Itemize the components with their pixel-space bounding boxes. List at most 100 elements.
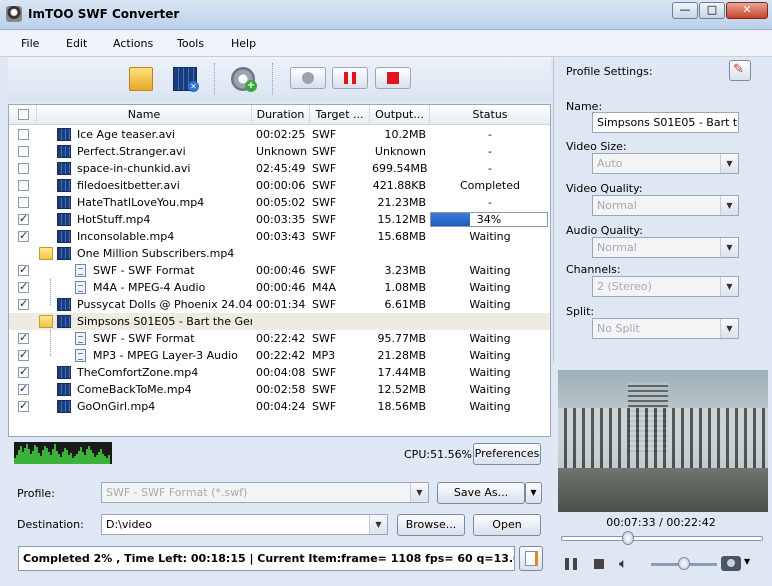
menu-edit[interactable]: Edit [66, 37, 87, 50]
table-row[interactable]: TheComfortZone.mp4 00:04:08 SWF 17.44MB Wait… [9, 364, 550, 381]
audio-quality-select[interactable]: Normal ▼ [592, 237, 739, 258]
row-checkbox[interactable] [18, 180, 29, 191]
table-row[interactable]: HateThatILoveYou.mp4 00:05:02 SWF 21.23MB - [9, 194, 550, 211]
row-checkbox[interactable] [18, 348, 29, 361]
file-list[interactable]: Name Duration Target ... Output... Statu… [8, 104, 551, 437]
log-button[interactable] [519, 546, 543, 571]
video-quality-select[interactable]: Normal ▼ [592, 195, 739, 216]
row-checkbox[interactable] [18, 331, 29, 344]
table-row[interactable]: filedoesitbetter.avi 00:00:06 SWF 421.88KB C… [9, 177, 550, 194]
row-checkbox[interactable] [18, 280, 29, 293]
row-checkbox[interactable] [18, 129, 29, 140]
table-row[interactable]: Pussycat Dolls @ Phoenix 24.04.... 00:01:… [9, 296, 550, 313]
chevron-down-icon[interactable]: ▼ [720, 196, 738, 215]
menu-actions[interactable]: Actions [113, 37, 153, 50]
row-checkbox[interactable] [18, 263, 29, 276]
table-row[interactable]: HotStuff.mp4 00:03:35 SWF 15.12MB 34% [9, 211, 550, 228]
pause-button[interactable] [332, 67, 368, 89]
file-output-size: 21.28MB [377, 349, 426, 362]
table-row[interactable]: ComeBackToMe.mp4 00:02:58 SWF 12.52MB Waitin… [9, 381, 550, 398]
chevron-down-icon[interactable]: ▼ [720, 238, 738, 257]
browse-button[interactable]: Browse... [397, 514, 465, 536]
add-file-button[interactable] [126, 65, 156, 93]
row-checkbox[interactable] [18, 382, 29, 395]
row-checkbox[interactable] [18, 197, 29, 208]
video-size-select[interactable]: Auto ▼ [592, 153, 739, 174]
save-as-dropdown[interactable]: ▼ [525, 482, 542, 504]
menu-help[interactable]: Help [231, 37, 256, 50]
add-profile-button[interactable]: + [228, 65, 258, 93]
file-duration: 00:03:43 [256, 230, 306, 243]
row-checkbox[interactable] [18, 365, 29, 378]
open-button[interactable]: Open [473, 514, 541, 536]
row-checkbox[interactable] [18, 146, 29, 157]
format-icon [75, 264, 86, 277]
header-name[interactable]: Name [37, 105, 252, 125]
table-row[interactable]: Inconsolable.mp4 00:03:43 SWF 15.68MB Waitin… [9, 228, 550, 245]
file-name: HateThatILoveYou.mp4 [77, 196, 205, 209]
table-row[interactable]: space-in-chunkid.avi 02:45:49 SWF 699.54MB - [9, 160, 550, 177]
folder-icon [39, 247, 53, 260]
audio-waveform [14, 442, 112, 464]
table-row[interactable]: SWF - SWF Format 00:00:46 SWF 3.23MB Waiting [9, 262, 550, 279]
row-checkbox[interactable] [18, 163, 29, 174]
close-button[interactable]: ✕ [726, 2, 768, 19]
select-all-checkbox-cell[interactable] [9, 105, 37, 125]
table-row[interactable]: GoOnGirl.mp4 00:04:24 SWF 18.56MB Waiting [9, 398, 550, 415]
chevron-down-icon[interactable]: ▼ [369, 515, 387, 534]
remove-button[interactable]: ✕ [170, 65, 200, 93]
header-duration[interactable]: Duration [252, 105, 310, 125]
preferences-button[interactable]: Preferences [473, 443, 541, 465]
snapshot-button[interactable] [721, 556, 741, 571]
group-row[interactable]: One Million Subscribers.mp4 [9, 245, 550, 262]
chevron-down-icon[interactable]: ▼ [720, 277, 738, 296]
destination-select[interactable]: D:\video ▼ [101, 514, 388, 535]
file-status: - [488, 128, 492, 141]
menu-bar: File Edit Actions Tools Help [0, 30, 772, 57]
stop-button[interactable] [594, 559, 604, 569]
table-row[interactable]: MP3 - MPEG Layer-3 Audio 00:22:42 MP3 21.28… [9, 347, 550, 364]
stop-button[interactable] [375, 67, 411, 89]
table-row[interactable]: SWF - SWF Format 00:22:42 SWF 95.77MB Waitin… [9, 330, 550, 347]
seek-track[interactable] [561, 536, 763, 541]
channels-select[interactable]: 2 (Stereo) ▼ [592, 276, 739, 297]
file-duration [256, 245, 308, 262]
toolbar: ✕ + [8, 57, 551, 101]
progress-text: 34% [476, 213, 502, 226]
profile-select[interactable]: SWF - SWF Format (*.swf) ▼ [101, 482, 429, 503]
header-output[interactable]: Output... [370, 105, 430, 125]
header-target[interactable]: Target ... [310, 105, 370, 125]
select-all-checkbox[interactable] [18, 109, 29, 120]
table-row[interactable]: Perfect.Stranger.avi Unknown SWF Unknown - [9, 143, 550, 160]
seek-slider-thumb[interactable] [622, 531, 635, 545]
group-row[interactable]: Simpsons S01E05 - Bart the Gene... [9, 313, 550, 330]
volume-slider-thumb[interactable] [678, 557, 690, 570]
header-status[interactable]: Status [430, 105, 550, 125]
menu-file[interactable]: File [21, 37, 39, 50]
row-checkbox[interactable] [18, 212, 29, 225]
save-as-button[interactable]: Save As... [437, 482, 525, 504]
chevron-down-icon[interactable]: ▼ [720, 154, 738, 173]
file-duration [256, 313, 308, 330]
row-checkbox[interactable] [18, 399, 29, 412]
file-name: GoOnGirl.mp4 [77, 400, 156, 413]
name-field[interactable]: Simpsons S01E05 - Bart the Ge [592, 112, 739, 133]
chevron-down-icon[interactable]: ▼ [720, 319, 738, 338]
snapshot-dropdown[interactable]: ▼ [744, 557, 750, 566]
video-file-icon [57, 196, 71, 209]
maximize-button[interactable]: □ [699, 2, 725, 19]
table-row[interactable]: M4A - MPEG-4 Audio 00:00:46 M4A 1.08MB Waiti… [9, 279, 550, 296]
menu-tools[interactable]: Tools [177, 37, 204, 50]
chevron-down-icon[interactable]: ▼ [410, 483, 428, 502]
row-checkbox[interactable] [18, 297, 29, 310]
record-button[interactable] [290, 67, 326, 89]
table-row[interactable]: Ice Age teaser.avi 00:02:25 SWF 10.2MB - [9, 126, 550, 143]
play-button[interactable] [565, 558, 577, 570]
volume-icon[interactable]: 🔈︎ [619, 556, 627, 572]
file-status: Waiting [469, 298, 511, 311]
edit-profile-button[interactable]: ✎ [729, 60, 751, 81]
row-checkbox[interactable] [18, 229, 29, 242]
minimize-button[interactable]: — [672, 2, 698, 19]
split-select[interactable]: No Split ▼ [592, 318, 739, 339]
file-output-size: 15.12MB [377, 213, 426, 226]
